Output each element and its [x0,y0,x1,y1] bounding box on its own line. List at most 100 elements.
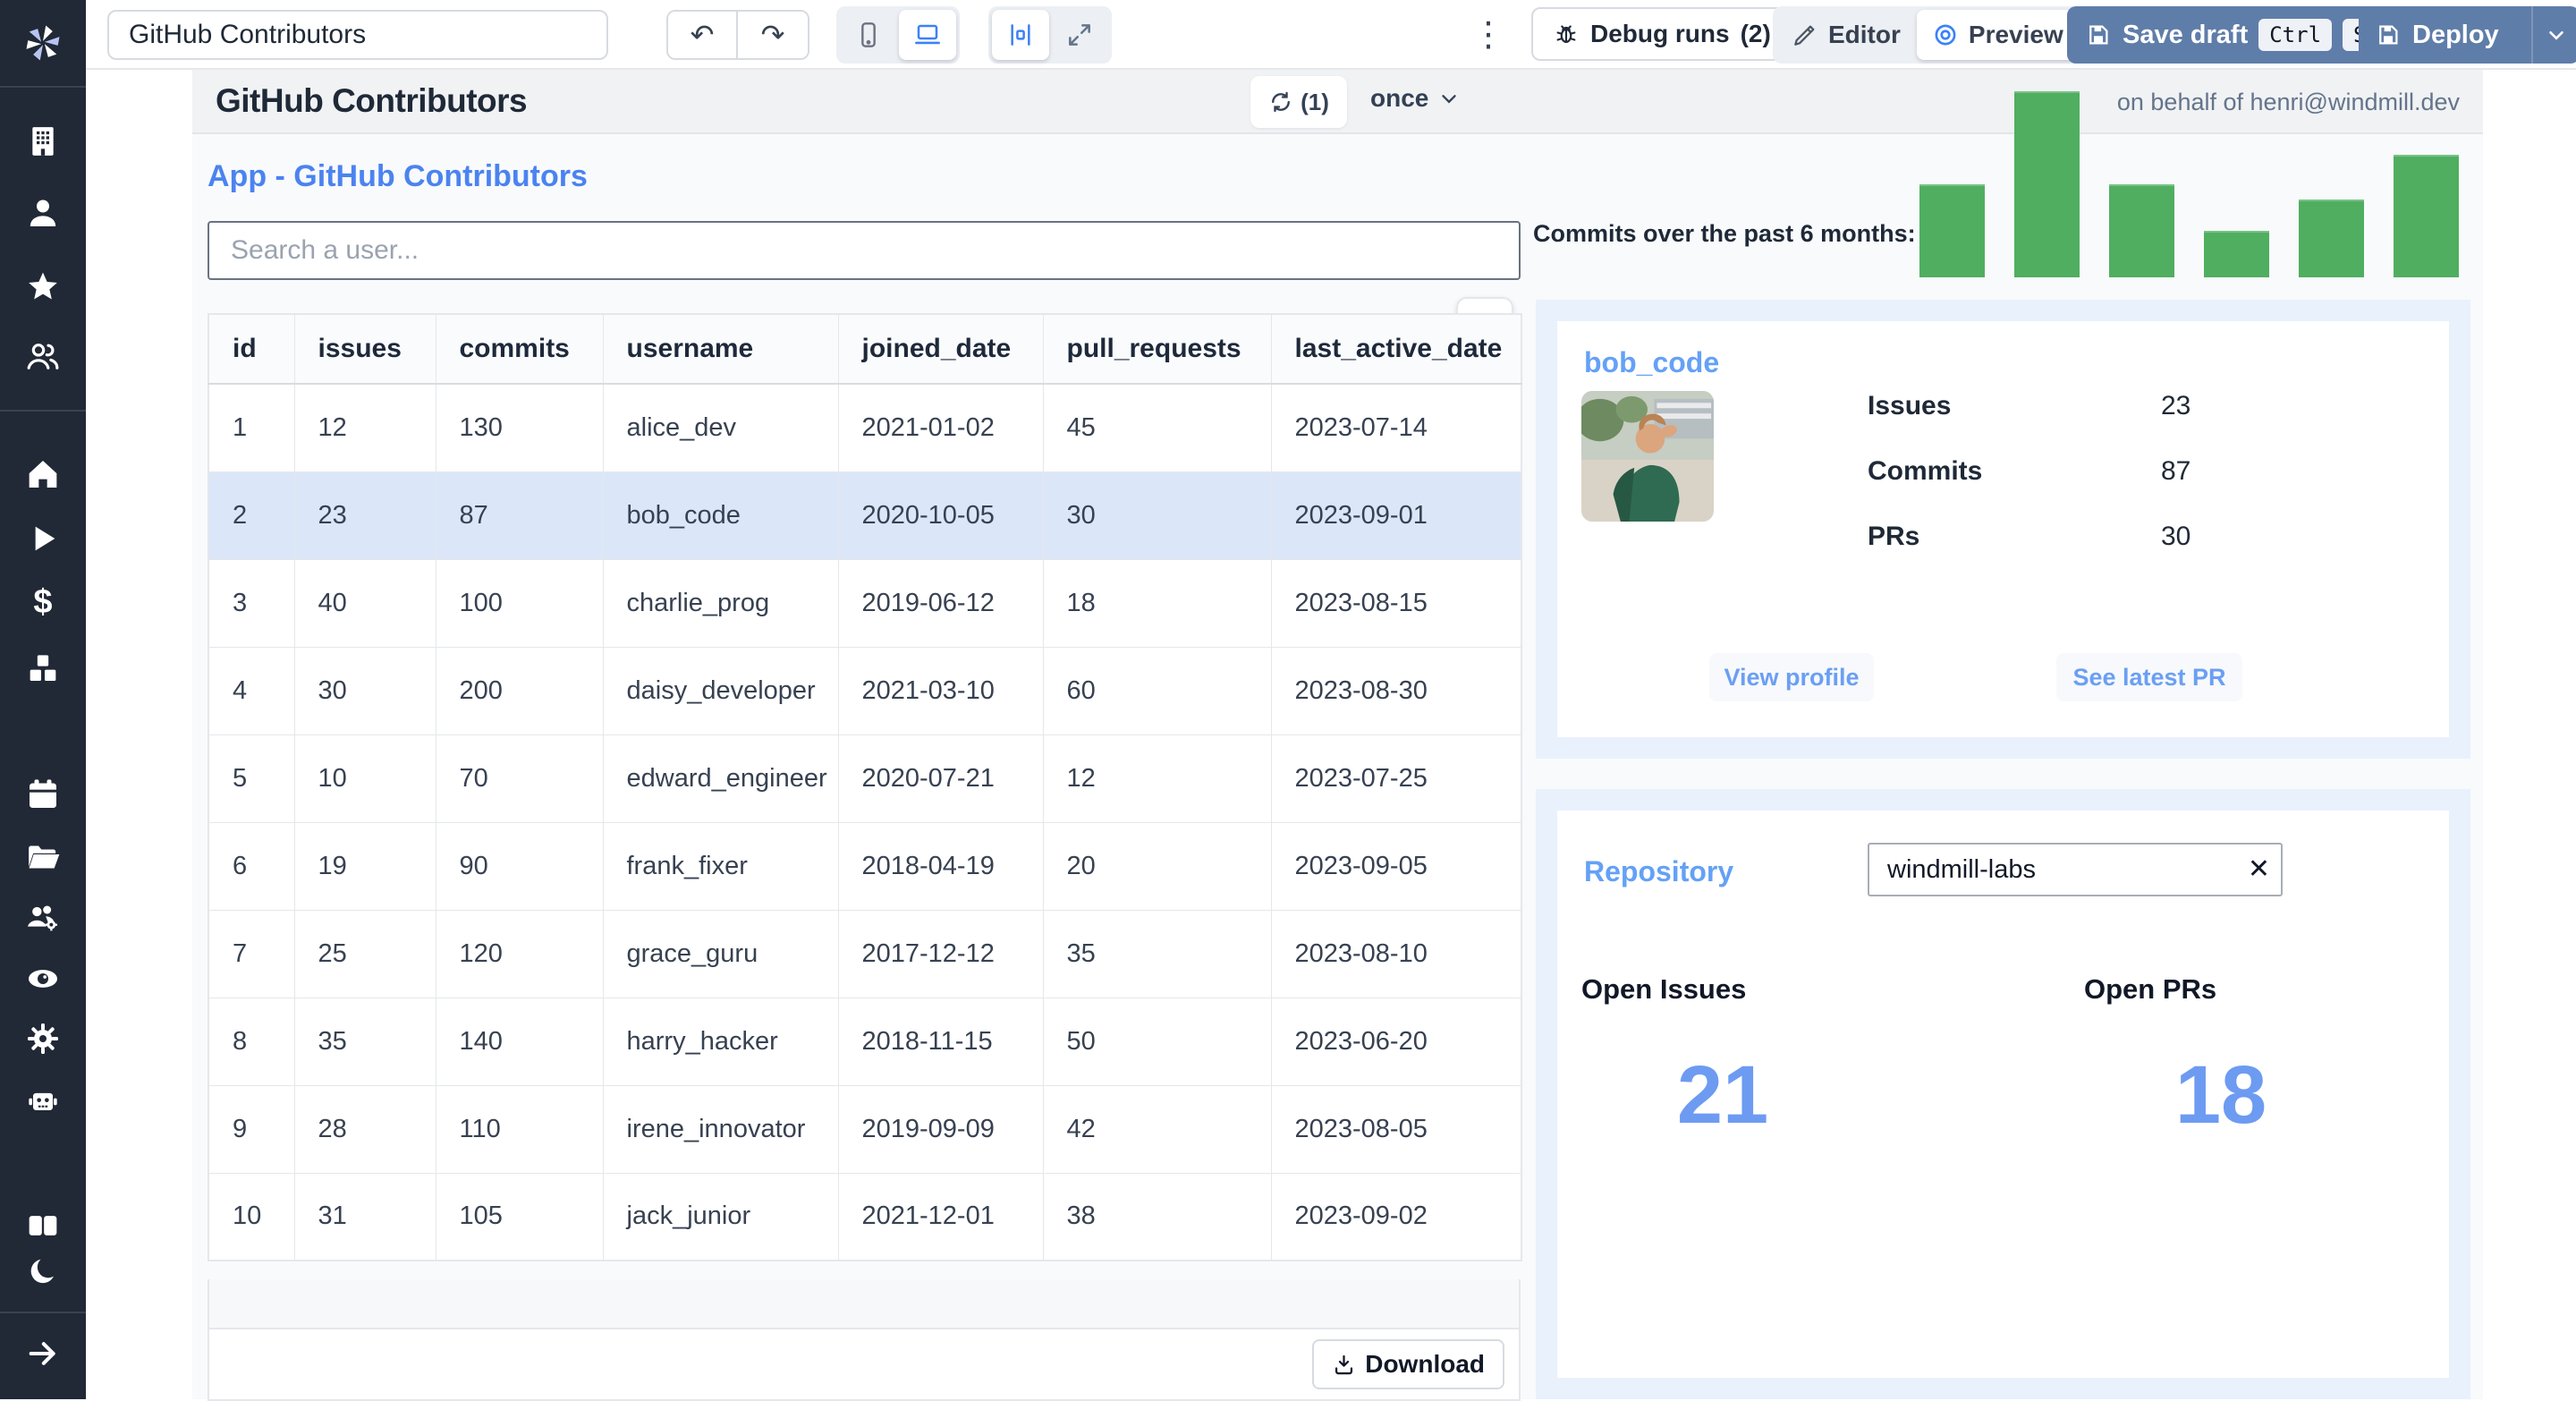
star-icon[interactable] [23,267,63,307]
width-toggle [988,6,1112,64]
user-group-gear-icon[interactable] [23,898,63,938]
search-input[interactable] [208,221,1521,280]
table-cell: 2023-07-25 [1270,734,1522,823]
debug-runs-label: Debug runs [1590,20,1730,47]
bug-icon [1556,25,1576,43]
refresh-count: (1) [1301,88,1329,115]
sidebar-divider [0,86,86,88]
table-cell: 31 [293,1172,436,1261]
column-header[interactable]: username [602,313,839,385]
see-latest-pr-button[interactable]: See latest PR [2056,653,2242,701]
table-cell: irene_innovator [602,1084,839,1174]
undo-redo-group: ↶ ↷ [666,10,809,60]
table-row[interactable]: 4 30 200 daisy_developer 2021-03-10 60 2023-08… [208,646,1522,735]
eye-icon[interactable] [23,959,63,998]
chart-bar [2299,200,2364,277]
save-draft-button[interactable]: Save draft Ctrl S [2067,6,2395,64]
user-icon[interactable] [23,193,63,233]
redo-button[interactable]: ↷ [738,12,808,58]
table-cell: 12 [1042,734,1272,823]
table-row[interactable]: 10 31 105 jack_junior 2021-12-01 38 2023-09-02 [208,1172,1522,1261]
calendar-icon[interactable] [23,775,63,814]
dollar-icon[interactable]: $ [23,582,63,622]
robot-icon[interactable] [23,1082,63,1121]
view-profile-button[interactable]: View profile [1709,653,1874,701]
app-title-input[interactable] [107,10,608,60]
table-cell: 130 [435,383,604,472]
undo-button[interactable]: ↶ [668,12,738,58]
table-cell: 2023-09-01 [1270,471,1522,560]
table-row[interactable]: 7 25 120 grace_guru 2017-12-12 35 2023-08-10 [208,909,1522,998]
stat-value: 30 [2161,522,2191,551]
table-row[interactable]: 9 28 110 irene_innovator 2019-09-09 42 2023-08… [208,1084,1522,1174]
windmill-logo[interactable] [20,20,66,66]
table-cell: 2018-11-15 [837,997,1044,1086]
arrow-right-icon[interactable] [23,1334,63,1373]
column-header[interactable]: commits [435,313,604,385]
schedule-dropdown[interactable]: once [1370,84,1461,113]
deploy-label: Deploy [2412,20,2499,49]
download-icon [1335,1354,1353,1374]
table-row[interactable]: 6 19 90 frank_fixer 2018-04-19 20 2023-09-05 [208,821,1522,911]
home-icon[interactable] [23,454,63,494]
table-cell: 2023-08-10 [1270,909,1522,998]
table-cell: 2023-08-30 [1270,646,1522,735]
download-button[interactable]: Download [1312,1339,1504,1389]
editor-tab[interactable]: Editor [1776,10,1915,60]
preview-tab[interactable]: Preview [1916,10,2078,60]
gear-icon[interactable] [23,1019,63,1058]
debug-runs-button[interactable]: Debug runs (2) [1531,7,1792,61]
mobile-view-button[interactable] [840,10,897,60]
mobile-icon [861,22,876,47]
table-row[interactable]: 2 23 87 bob_code 2020-10-05 30 2023-09-01 [208,471,1522,560]
full-width-button[interactable] [1051,10,1108,60]
chart-bar [1919,184,1985,277]
table-cell: 2021-12-01 [837,1172,1044,1261]
building-icon[interactable] [23,122,63,161]
book-icon[interactable] [23,1206,63,1245]
table-cell: 40 [293,558,436,648]
play-icon[interactable] [23,519,63,558]
centered-width-button[interactable] [992,10,1049,60]
app-refresh-button[interactable]: (1) [1250,76,1347,128]
table-row[interactable]: 1 12 130 alice_dev 2021-01-02 45 2023-07-14 [208,383,1522,472]
table-cell: 2021-03-10 [837,646,1044,735]
desktop-view-button[interactable] [899,10,956,60]
save-icon [2379,25,2398,45]
left-sidebar: $ [0,0,86,1399]
table-body: 1 12 130 alice_dev 2021-01-02 45 2023-07-14 2 23… [208,383,1522,1261]
user-card-title: bob_code [1584,346,1720,378]
more-options-button[interactable]: ⋮ [1470,13,1506,57]
table-footer: Download [208,1329,1521,1401]
table-cell: 3 [208,558,295,648]
clear-input-icon[interactable]: ✕ [2248,853,2270,886]
deploy-button[interactable]: Deploy [2359,21,2515,50]
table-cell: 2023-07-14 [1270,383,1522,472]
pencil-icon [1794,25,1815,46]
table-row[interactable]: 8 35 140 harry_hacker 2018-11-15 50 2023-06-20 [208,997,1522,1086]
table-row[interactable]: 5 10 70 edward_engineer 2020-07-21 12 2023-07-… [208,734,1522,823]
deploy-dropdown-button[interactable] [2533,23,2576,47]
table-cell: 110 [435,1084,604,1174]
users-icon[interactable] [23,336,63,376]
folder-icon[interactable] [23,837,63,877]
column-header[interactable]: last_active_date [1270,313,1522,385]
table-cell: 2021-01-02 [837,383,1044,472]
moon-icon[interactable] [23,1251,63,1290]
table-cell: daisy_developer [602,646,839,735]
table-cell: 38 [1042,1172,1272,1261]
table-cell: 2023-09-02 [1270,1172,1522,1261]
table-row[interactable]: 3 40 100 charlie_prog 2019-06-12 18 2023-08-15 [208,558,1522,648]
table-cell: 87 [435,471,604,560]
column-header[interactable]: issues [293,313,436,385]
column-header[interactable]: pull_requests [1042,313,1272,385]
table-cell: 200 [435,646,604,735]
repository-input[interactable] [1868,843,2283,896]
table-cell: bob_code [602,471,839,560]
column-header[interactable]: id [208,313,295,385]
device-toggle [836,6,960,64]
cubes-icon[interactable] [23,649,63,688]
column-header[interactable]: joined_date [837,313,1044,385]
kbd-ctrl: Ctrl [2258,19,2333,51]
table-cell: 50 [1042,997,1272,1086]
